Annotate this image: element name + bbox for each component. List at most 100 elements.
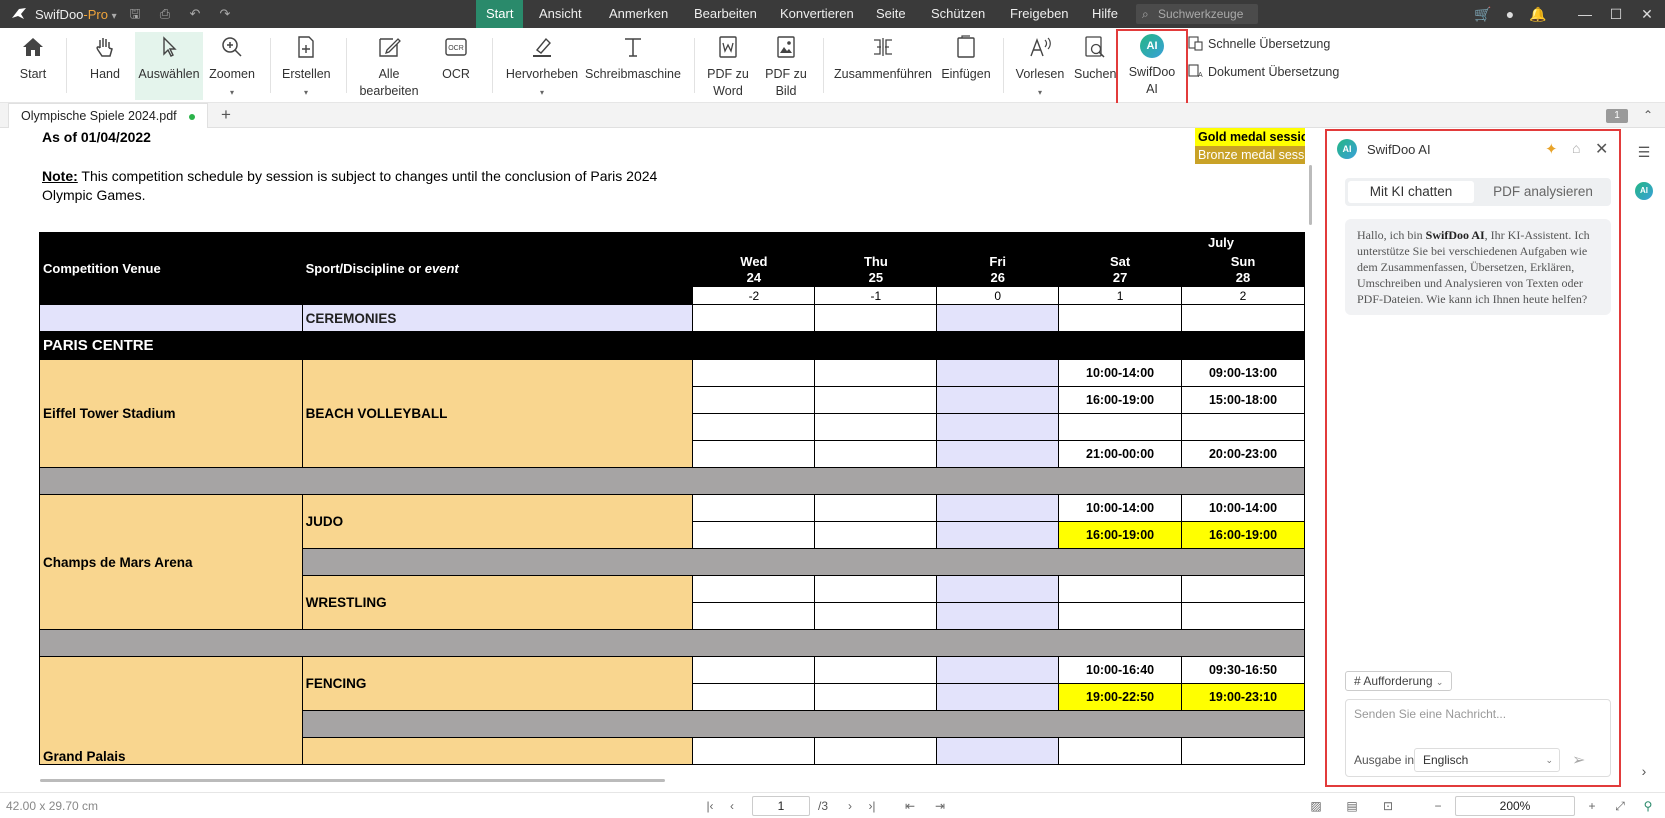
select-tool-button[interactable]: Auswählen <box>135 32 203 100</box>
ribbon-divider <box>492 38 493 93</box>
first-page-icon[interactable]: |‹ <box>702 798 718 814</box>
save-icon[interactable]: 🖫 <box>126 5 144 23</box>
zoom-button[interactable]: Zoomen ▾ <box>208 32 256 100</box>
doc-as-of-date: As of 01/04/2022 <box>42 129 151 145</box>
header-day: Thu 25 <box>814 252 938 287</box>
settings-sliders-icon[interactable]: ☰ <box>1634 142 1654 162</box>
menu-convert[interactable]: Konvertieren <box>770 0 864 28</box>
minimize-icon[interactable]: — <box>1575 4 1595 24</box>
document-translation-button[interactable]: A Dokument Übersetzung <box>1188 62 1339 82</box>
next-page-icon[interactable]: › <box>842 798 858 814</box>
bell-icon[interactable]: 🔔 <box>1528 4 1548 24</box>
fullscreen-icon[interactable]: ⤢ <box>1612 798 1628 814</box>
table-cell <box>692 440 816 468</box>
pin-icon[interactable]: ⚲ <box>1640 798 1656 814</box>
merge-button[interactable]: Zusammenführen <box>834 32 932 100</box>
table-cell <box>814 440 938 468</box>
table-cell <box>1181 737 1305 765</box>
prompt-dropdown[interactable]: # Aufforderung ⌄ <box>1345 671 1453 691</box>
menu-annotate[interactable]: Anmerken <box>599 0 678 28</box>
pdf-to-word-button[interactable]: PDF zu Word <box>704 32 752 100</box>
print-icon[interactable]: ⎙ <box>156 5 174 23</box>
zoom-level-select[interactable]: 200% <box>1455 796 1575 816</box>
typewriter-button[interactable]: Schreibmaschine <box>585 32 681 100</box>
chevron-right-icon[interactable]: › <box>1634 761 1654 781</box>
forward-view-icon[interactable]: ⇥ <box>932 798 948 814</box>
search-tools-field[interactable]: ⌕ Suchwerkzeuge <box>1136 4 1258 24</box>
quick-translation-button[interactable]: Schnelle Übersetzung <box>1188 34 1330 54</box>
zoom-out-icon[interactable]: − <box>1430 798 1446 814</box>
search-tools-placeholder: Suchwerkzeuge <box>1158 7 1244 21</box>
back-view-icon[interactable]: ⇤ <box>902 798 918 814</box>
view-mode-icon[interactable]: ▨ <box>1308 798 1324 814</box>
search-label: Suchen <box>1074 67 1117 81</box>
menu-start[interactable]: Start <box>476 0 524 28</box>
send-icon[interactable]: ➢ <box>1572 750 1585 770</box>
read-aloud-button[interactable]: Vorlesen ▾ <box>1014 32 1066 100</box>
swifdoo-ai-rail-icon[interactable]: AI <box>1634 178 1654 200</box>
sport-fencing: FENCING <box>301 656 694 711</box>
maximize-icon[interactable]: ☐ <box>1606 4 1626 24</box>
highlight-label: Hervorheben ▾ <box>505 67 579 97</box>
last-page-icon[interactable]: ›| <box>864 798 880 814</box>
page-layout-icon[interactable]: ▤ <box>1344 798 1360 814</box>
ocr-icon: OCR <box>445 38 467 56</box>
menu-edit[interactable]: Bearbeiten <box>684 0 767 28</box>
menu-view[interactable]: Ansicht <box>529 0 592 28</box>
typewriter-icon <box>625 38 641 57</box>
unsaved-dot-icon <box>189 114 195 120</box>
table-cell <box>814 602 938 630</box>
menu-share[interactable]: Freigeben <box>1000 0 1079 28</box>
session-time: 21:00-00:00 <box>1058 440 1183 468</box>
document-vertical-scrollbar[interactable] <box>1309 165 1312 225</box>
tab-analyze-pdf[interactable]: PDF analysieren <box>1478 181 1608 203</box>
fit-page-icon[interactable]: ⊡ <box>1380 798 1396 814</box>
menu-page[interactable]: Seite <box>866 0 916 28</box>
svg-text:A: A <box>1198 72 1203 79</box>
start-button[interactable]: Start <box>12 32 54 100</box>
table-cell <box>301 737 694 765</box>
add-tab-icon[interactable]: + <box>216 105 236 125</box>
gold-session-time: 19:00-23:10 <box>1181 683 1305 711</box>
document-viewer[interactable]: As of 01/04/2022 Note: This competition … <box>0 128 1305 780</box>
sparkle-icon[interactable]: ✦ <box>1545 140 1558 158</box>
table-cell <box>814 413 938 441</box>
create-document-icon <box>298 36 314 58</box>
ribbon-divider <box>823 38 824 93</box>
zoom-label: Zoomen ▾ <box>209 67 255 97</box>
table-row: Competition Venue Sport/Discipline or ev… <box>39 232 1305 305</box>
undo-icon[interactable]: ↶ <box>186 5 204 23</box>
output-language-select[interactable]: Englisch ⌄ <box>1414 748 1560 772</box>
pdf-to-image-button[interactable]: PDF zu Bild <box>762 32 810 100</box>
previous-page-icon[interactable]: ‹ <box>724 798 740 814</box>
search-button[interactable]: Suchen <box>1074 32 1116 100</box>
venue-grand-palais: Grand Palais <box>39 656 303 765</box>
header-day-offset: -1 <box>814 286 938 305</box>
close-icon[interactable]: ✕ <box>1595 139 1608 159</box>
page-number-input[interactable]: 1 <box>752 796 810 816</box>
tab-chat-with-ai[interactable]: Mit KI chatten <box>1348 181 1474 203</box>
close-window-icon[interactable]: ✕ <box>1637 4 1657 24</box>
menu-protect[interactable]: Schützen <box>921 0 995 28</box>
document-tab-title: Olympische Spiele 2024.pdf <box>21 109 177 123</box>
highlight-button[interactable]: Hervorheben ▾ <box>503 32 581 100</box>
session-time: 10:00-16:40 <box>1058 656 1183 684</box>
redo-icon[interactable]: ↷ <box>216 5 234 23</box>
clear-chat-icon[interactable]: ⌂ <box>1572 140 1580 156</box>
create-button[interactable]: Erstellen ▾ <box>282 32 331 100</box>
status-bar: 42.00 x 29.70 cm |‹ ‹ 1 /3 › ›| ⇤ ⇥ ▨ ▤ … <box>0 792 1665 818</box>
collapse-ribbon-icon[interactable]: ⌃ <box>1640 107 1656 123</box>
cart-icon[interactable]: 🛒 <box>1473 4 1493 24</box>
document-horizontal-scrollbar[interactable] <box>40 779 665 782</box>
ai-message-input[interactable]: Senden Sie eine Nachricht... Ausgabe in … <box>1345 699 1611 777</box>
table-row <box>39 467 1305 495</box>
document-tab[interactable]: Olympische Spiele 2024.pdf <box>8 103 208 128</box>
ocr-button[interactable]: OCR OCR <box>436 32 476 100</box>
user-icon[interactable]: ● <box>1500 4 1520 24</box>
edit-all-button[interactable]: Allebearbeiten ▾ <box>356 32 422 114</box>
menu-help[interactable]: Hilfe <box>1082 0 1128 28</box>
zoom-in-icon[interactable]: + <box>1584 798 1600 814</box>
table-cell <box>814 304 938 332</box>
insert-button[interactable]: Einfügen <box>940 32 992 100</box>
hand-tool-button[interactable]: Hand <box>84 32 126 100</box>
